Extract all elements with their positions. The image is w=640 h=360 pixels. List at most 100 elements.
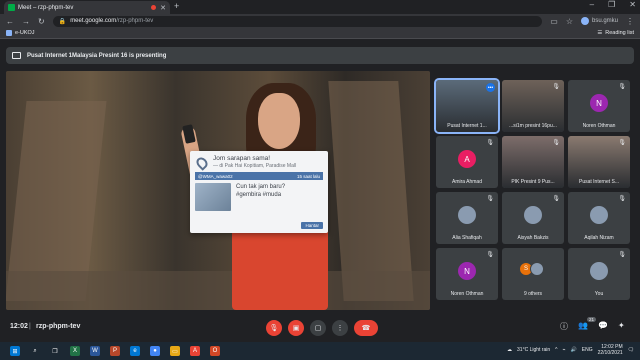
- system-tray: ☁ 31°C Light rain ^ ⌁ 🔊 ENG 12:02 PM 22/…: [507, 344, 634, 356]
- window-controls: – ❐ ✕: [590, 0, 636, 9]
- bookmark-favicon-icon: [6, 30, 12, 36]
- recording-dot-icon: [151, 5, 157, 10]
- info-icon[interactable]: ⓘ: [560, 321, 568, 332]
- participant-tile[interactable]: 🎙 Aqilah Nizam: [568, 192, 630, 244]
- profile-button[interactable]: bsu.gmku: [580, 17, 618, 25]
- mic-muted-icon: 🎙: [486, 252, 494, 258]
- participant-tile[interactable]: 🎙 PIK Presint 9 Pus...: [502, 136, 564, 188]
- clock-date: 22/10/2021: [597, 350, 623, 356]
- excel-icon[interactable]: X: [70, 346, 80, 356]
- bookmarks-bar: e-UKOJ ☰ Reading list: [0, 28, 640, 39]
- meet-side-controls: ⓘ 👥 💬 ✦: [560, 321, 625, 332]
- taskbar-clock[interactable]: 12:02 PM 22/10/2021: [598, 344, 623, 356]
- edge-icon[interactable]: e: [130, 346, 140, 356]
- search-icon[interactable]: ⌕: [30, 346, 40, 356]
- presenting-banner: Pusat Internet 1Malaysia Presint 16 is p…: [6, 47, 634, 64]
- speaking-indicator-icon: •••: [486, 83, 495, 92]
- mic-muted-icon: 🎙: [552, 84, 560, 90]
- participant-tile[interactable]: 🎙 ...si1m presint 16pu...: [502, 80, 564, 132]
- office-icon[interactable]: O: [210, 346, 220, 356]
- volume-icon[interactable]: 🔊: [571, 347, 577, 353]
- participant-tile[interactable]: 🎙 You: [568, 248, 630, 300]
- task-view-icon[interactable]: ❐: [50, 346, 60, 356]
- forward-icon[interactable]: →: [22, 17, 30, 26]
- participant-grid: ••• Pusat Internet 1... 🎙 ...si1m presint 1…: [434, 78, 634, 304]
- tray-chevron-icon[interactable]: ^: [555, 347, 557, 353]
- participant-tile[interactable]: N 🎙 Noren Othman: [568, 80, 630, 132]
- hang-up-button[interactable]: ☎: [354, 320, 378, 336]
- participant-tile[interactable]: A 🎙 Amira Ahmad: [436, 136, 498, 188]
- post-body: Cun tak jam baru? #gembira #muda: [195, 183, 323, 211]
- participant-photo: [590, 206, 608, 224]
- url-path: /rzp-phpm-tev: [116, 18, 154, 24]
- checkin-location: — di Pak Hai Kopitiam, Paradise Mall: [213, 163, 297, 169]
- participant-tile[interactable]: N 🎙 Noren Othman: [436, 248, 498, 300]
- participant-name: ...si1m presint 16pu...: [509, 123, 557, 129]
- participant-name: Amira Ahmad: [451, 179, 482, 185]
- participant-name: PIK Presint 9 Pus...: [511, 179, 555, 185]
- participant-tile[interactable]: ••• Pusat Internet 1...: [434, 78, 500, 134]
- camera-off-button[interactable]: ▣: [288, 320, 304, 336]
- network-icon[interactable]: ⌁: [563, 347, 566, 353]
- tab-title: Meet – rzp-phpm-tev: [18, 4, 74, 11]
- cast-icon[interactable]: ▭: [550, 17, 558, 26]
- post-text-line2: #gembira #muda: [236, 192, 282, 198]
- weather-text[interactable]: 31°C Light rain: [517, 347, 550, 353]
- participant-name: Noren Othman: [582, 123, 616, 129]
- browser-tabstrip: Meet – rzp-phpm-tev ✕ + – ❐ ✕: [0, 0, 640, 14]
- profile-name: bsu.gmku: [591, 18, 618, 24]
- powerpoint-icon[interactable]: P: [110, 346, 120, 356]
- reading-list-label: Reading list: [605, 30, 634, 36]
- address-bar[interactable]: 🔒 meet.google.com/rzp-phpm-tev: [52, 15, 543, 27]
- reading-list-button[interactable]: ☰ Reading list: [597, 30, 634, 36]
- participant-name: Pusat Internet 1...: [447, 123, 487, 129]
- word-icon[interactable]: W: [90, 346, 100, 356]
- participant-name: 9 others: [523, 291, 543, 297]
- back-icon[interactable]: ←: [6, 17, 14, 26]
- present-screen-icon: [12, 52, 21, 59]
- maximize-button[interactable]: ❐: [608, 0, 615, 9]
- minimize-button[interactable]: –: [590, 0, 594, 9]
- participant-tile[interactable]: 🎙 Pusat Internet S...: [568, 136, 630, 188]
- pdf-reader-icon[interactable]: A: [190, 346, 200, 356]
- close-window-button[interactable]: ✕: [629, 0, 636, 9]
- location-pin-icon: [194, 155, 210, 171]
- mic-muted-icon: 🎙: [618, 84, 626, 90]
- participant-avatar: A: [458, 150, 476, 168]
- post-photo: [195, 183, 231, 211]
- mic-muted-icon: 🎙: [552, 196, 560, 202]
- new-tab-button[interactable]: +: [174, 1, 179, 11]
- others-avatars: S: [519, 262, 544, 276]
- meet-control-bar: 12:02 | rzp-phpm-tev 🎙 ▣ ▢ ⋮ ☎ ⓘ 👥 💬 ✦ 2…: [0, 316, 640, 340]
- bookmark-e-ukoj[interactable]: e-UKOJ: [15, 30, 35, 36]
- post-send-button: Hantar: [301, 222, 323, 229]
- call-controls: 🎙 ▣ ▢ ⋮ ☎: [266, 320, 378, 336]
- chrome-icon[interactable]: ●: [150, 346, 160, 356]
- present-button[interactable]: ▢: [310, 320, 326, 336]
- star-icon[interactable]: ☆: [566, 17, 573, 26]
- mic-muted-icon: 🎙: [618, 196, 626, 202]
- file-explorer-icon[interactable]: ▭: [170, 346, 180, 356]
- language-indicator[interactable]: ENG: [582, 347, 593, 353]
- meeting-code: rzp-phpm-tev: [36, 323, 81, 330]
- participant-tile[interactable]: 🎙 Alia Shafiqah: [436, 192, 498, 244]
- more-options-button[interactable]: ⋮: [332, 320, 348, 336]
- weather-icon: ☁: [507, 347, 513, 353]
- post-header: @WMA_wawa02 15 saat lalu: [195, 172, 323, 180]
- participant-tile[interactable]: S 9 others: [502, 248, 564, 300]
- presentation-view[interactable]: Jom sarapan sama! — di Pak Hai Kopitiam,…: [6, 71, 430, 310]
- reload-icon[interactable]: ↻: [38, 17, 45, 26]
- chat-icon[interactable]: 💬: [598, 321, 608, 332]
- notifications-icon[interactable]: 🗨: [628, 347, 634, 353]
- start-icon[interactable]: ⊞: [10, 346, 20, 356]
- participant-tile[interactable]: 🎙 Aisyah Bakzis: [502, 192, 564, 244]
- menu-icon[interactable]: ⋮: [626, 17, 634, 26]
- mic-off-button[interactable]: 🎙: [266, 320, 282, 336]
- participant-avatar: N: [458, 262, 476, 280]
- participant-name: Pusat Internet S...: [578, 179, 620, 185]
- activities-icon[interactable]: ✦: [618, 321, 625, 332]
- social-post-card: Jom sarapan sama! — di Pak Hai Kopitiam,…: [190, 151, 328, 233]
- tab-close-icon[interactable]: ✕: [160, 4, 166, 12]
- people-icon[interactable]: 👥: [578, 321, 588, 332]
- tab-meet[interactable]: Meet – rzp-phpm-tev ✕: [4, 1, 170, 14]
